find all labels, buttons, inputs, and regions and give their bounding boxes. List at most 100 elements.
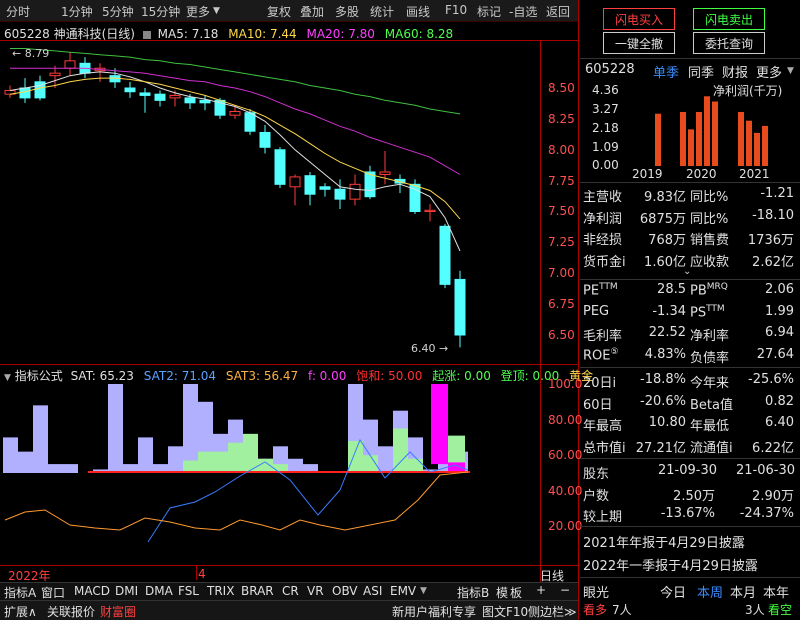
- candle-body: [19, 87, 31, 99]
- tab-window[interactable]: 窗口: [41, 584, 65, 601]
- zoom-out-button[interactable]: −: [560, 583, 570, 597]
- tab-more[interactable]: 更多: [186, 3, 210, 20]
- tab-emv[interactable]: EMV: [390, 584, 416, 598]
- btn-back[interactable]: 返回: [546, 3, 570, 20]
- stat-label-sup: MRQ: [706, 282, 728, 292]
- tab-5min[interactable]: 5分钟: [102, 3, 134, 20]
- stat-value: -1.34: [652, 303, 686, 319]
- btn-huaxian[interactable]: 画线: [406, 3, 430, 20]
- qizhang-bar: [228, 442, 243, 473]
- expand-chevron-icon[interactable]: ⌄: [683, 266, 691, 277]
- eyes-tab-week[interactable]: 本周: [697, 582, 723, 601]
- candle-body: [64, 60, 76, 69]
- tab-asi[interactable]: ASI: [363, 584, 382, 598]
- profit-bar: [762, 125, 768, 166]
- f10-button[interactable]: 图文F10: [482, 603, 528, 620]
- tab-macd[interactable]: MACD: [74, 584, 110, 598]
- fin-ytick: 1.09: [592, 140, 619, 154]
- more-fin-dropdown-icon[interactable]: ▼: [787, 66, 794, 76]
- stat-label: PEG: [583, 303, 610, 319]
- tab-more-fin[interactable]: 更多: [756, 62, 782, 81]
- btn-f10[interactable]: F10: [445, 3, 467, 17]
- more-dropdown-icon[interactable]: ▼: [213, 6, 220, 16]
- tab-obv[interactable]: OBV: [332, 584, 358, 598]
- stat-value: 1736万: [747, 233, 794, 248]
- emv-dropdown-icon[interactable]: ▼: [420, 586, 427, 596]
- stat-value: 2.06: [765, 282, 794, 297]
- tab-indicator-a[interactable]: 指标A: [4, 584, 36, 601]
- low-price-mark: 6.40 →: [411, 342, 448, 355]
- tab-vr[interactable]: VR: [307, 584, 324, 598]
- order-query-button[interactable]: 委托查询: [693, 32, 765, 54]
- notice-annual[interactable]: 2021年年报于4月29日披露: [583, 532, 745, 551]
- eyes-tab-year[interactable]: 本年: [763, 582, 789, 601]
- flash-buy-button[interactable]: 闪电买入: [603, 8, 675, 30]
- profit-bar: [754, 132, 760, 166]
- candle-body: [49, 72, 61, 77]
- stat-label-sup: ⑤: [610, 346, 619, 357]
- divider: [580, 526, 800, 527]
- households-label: 户数: [583, 489, 610, 504]
- btn-diejia[interactable]: 叠加: [300, 3, 324, 20]
- indicator-chart[interactable]: [0, 380, 540, 565]
- qizhang-bar: [448, 435, 465, 463]
- promo-link[interactable]: 新用户福利专享: [392, 603, 476, 620]
- candle-body: [319, 186, 331, 190]
- candle-body: [259, 131, 271, 148]
- tab-fsl[interactable]: FSL: [178, 584, 199, 598]
- tab-mo[interactable]: 模: [496, 584, 508, 601]
- holders-date2: 21-06-30: [736, 463, 796, 478]
- flash-sell-button[interactable]: 闪电卖出: [693, 8, 765, 30]
- candle-body: [379, 171, 391, 175]
- tab-1min[interactable]: 1分钟: [61, 3, 93, 20]
- wealth-circle-button[interactable]: 财富圈: [100, 603, 136, 620]
- candle-body: [199, 99, 211, 104]
- sat-bar: [33, 405, 48, 473]
- tab-ban[interactable]: 板: [510, 584, 522, 601]
- sidebar-toggle[interactable]: 侧边栏≫: [528, 603, 577, 620]
- eyes-tab-today[interactable]: 今日: [660, 582, 686, 601]
- btn-zixuan[interactable]: -自选: [509, 3, 537, 20]
- candle-body: [229, 110, 241, 116]
- notice-quarterly[interactable]: 2022年一季报于4月29日披露: [583, 555, 758, 574]
- tab-cr[interactable]: CR: [282, 584, 299, 598]
- sat-bar: [183, 384, 198, 473]
- stat-label: 今年来: [690, 376, 730, 391]
- divider: [580, 458, 800, 459]
- sat3-line: [4, 471, 469, 531]
- cancel-all-button[interactable]: 一键全撤: [603, 32, 675, 54]
- profit-bar: [712, 101, 718, 166]
- btn-duogu[interactable]: 多股: [335, 3, 359, 20]
- tab-brar[interactable]: BRAR: [241, 584, 274, 598]
- sat-bar: [63, 464, 78, 473]
- stat-label: 同比%: [690, 190, 729, 205]
- tab-fenshi[interactable]: 分时: [6, 3, 30, 20]
- tab-indicator-b[interactable]: 指标B: [457, 584, 489, 601]
- tab-dmi[interactable]: DMI: [115, 584, 138, 598]
- stat-label: PSTTM: [690, 303, 725, 320]
- stat-label: 总市值i: [583, 440, 626, 456]
- btn-fuquan[interactable]: 复权: [267, 3, 291, 20]
- candlestick-chart[interactable]: ← 8.79 6.40 →: [0, 40, 540, 364]
- bearish-label: 看空: [768, 603, 793, 617]
- eyes-tab-month[interactable]: 本月: [730, 582, 756, 601]
- stat-value: 6875万: [639, 211, 686, 227]
- zoom-in-button[interactable]: +: [536, 583, 546, 597]
- ind-tick: 60.00: [548, 448, 583, 462]
- tab-single-quarter[interactable]: 单季: [653, 62, 679, 81]
- profit-bar: [746, 120, 752, 166]
- divider: [580, 182, 800, 183]
- stat-label: 非经损: [583, 233, 623, 248]
- btn-tongji[interactable]: 统计: [370, 3, 394, 20]
- tab-15min[interactable]: 15分钟: [141, 3, 180, 20]
- fin-stock-code: 605228: [585, 62, 635, 77]
- expand-button[interactable]: 扩展∧: [4, 603, 37, 620]
- stat-value: 22.52: [648, 325, 686, 340]
- related-quote-button[interactable]: 关联报价: [47, 603, 95, 620]
- tab-report[interactable]: 财报: [722, 62, 748, 81]
- btn-biaoji[interactable]: 标记: [477, 3, 501, 20]
- tab-trix[interactable]: TRIX: [207, 584, 234, 598]
- tab-dma[interactable]: DMA: [145, 584, 173, 598]
- profit-bar: [688, 129, 694, 166]
- tab-same-quarter[interactable]: 同季: [688, 62, 714, 81]
